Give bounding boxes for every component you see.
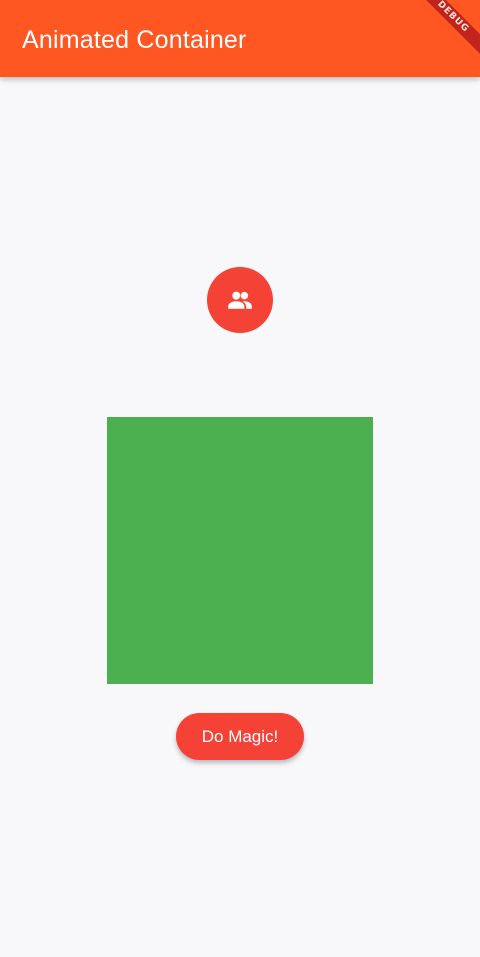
people-icon — [228, 291, 252, 309]
app-bar: Animated Container — [0, 0, 480, 77]
animated-container-box — [107, 417, 373, 684]
people-icon-avatar — [207, 267, 273, 333]
app-bar-title: Animated Container — [22, 26, 247, 54]
main-content: Do Magic! — [0, 77, 480, 957]
do-magic-button[interactable]: Do Magic! — [176, 713, 304, 760]
